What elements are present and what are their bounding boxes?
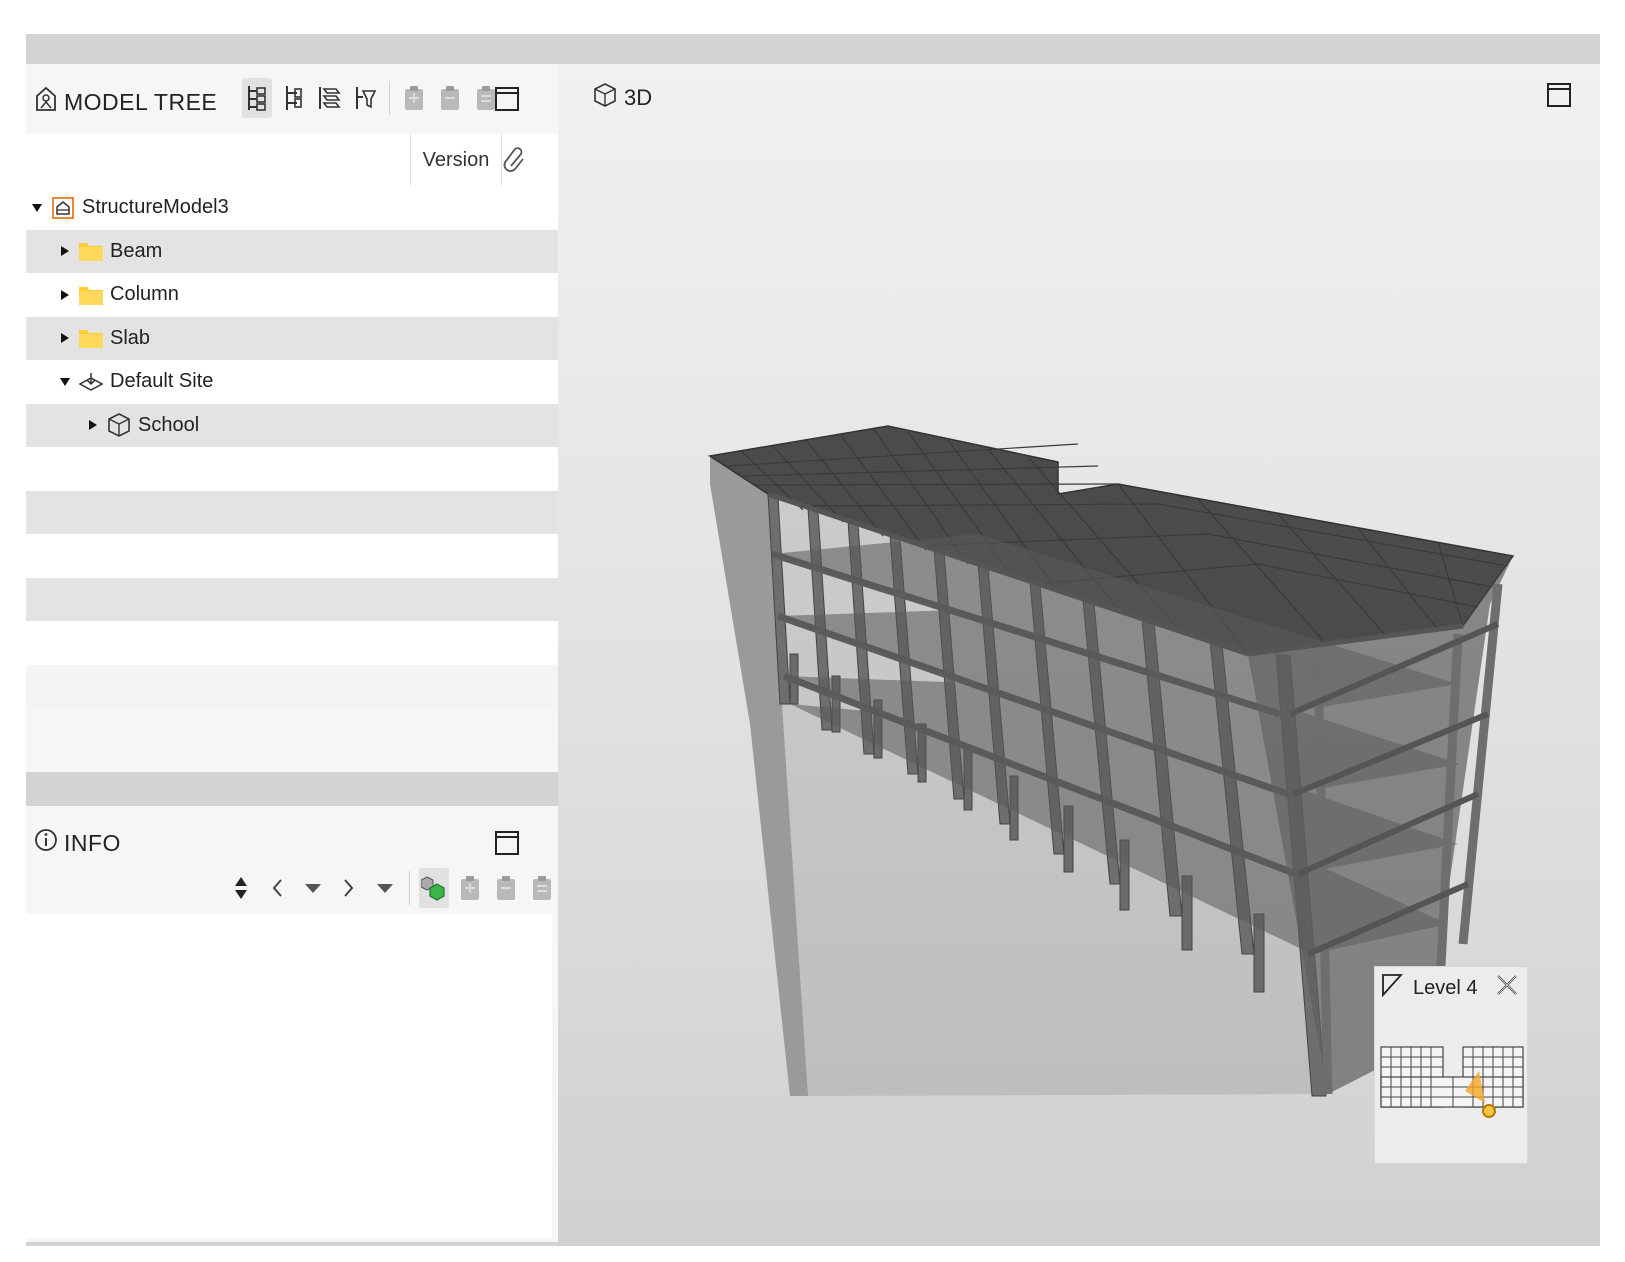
next-dropdown-button[interactable]	[370, 868, 400, 908]
previous-dropdown-button[interactable]	[298, 868, 328, 908]
clipboard-disabled-icon	[441, 86, 459, 110]
camera-position-marker[interactable]	[1482, 1104, 1496, 1118]
select-objects-icon	[421, 876, 445, 901]
link-column-header[interactable]	[502, 146, 532, 176]
tree-view-hierarchy-button[interactable]	[242, 78, 272, 118]
maximize-icon	[495, 87, 519, 111]
toolbar-separator	[389, 81, 390, 115]
clipboard-button-1[interactable]	[455, 868, 485, 908]
model-tree-rows: StructureModel3 Beam Column Slab Default…	[26, 186, 558, 708]
version-column-header[interactable]: Version	[410, 134, 502, 186]
next-button[interactable]	[334, 868, 364, 908]
list-tree-icon	[286, 86, 302, 110]
clipboard-disabled-icon	[405, 86, 423, 110]
tree-row-label: Default Site	[110, 370, 214, 393]
info-title: INFO	[34, 828, 121, 858]
expand-right-icon[interactable]	[86, 418, 100, 432]
tree-row-label: Column	[110, 283, 179, 306]
info-maximize-button[interactable]	[494, 830, 520, 856]
folder-icon	[78, 326, 104, 350]
level-floor-plan-minimap[interactable]	[1379, 1043, 1525, 1127]
model-tree-toolbar	[242, 78, 501, 118]
level-label: Level 4	[1413, 977, 1478, 999]
tree-empty-row	[26, 490, 558, 534]
clipboard-button-2[interactable]	[435, 78, 465, 118]
tree-empty-row	[26, 577, 558, 621]
previous-button[interactable]	[262, 868, 292, 908]
bim-viewer-app: MODEL TREE Version StructureModel3 Beam …	[26, 34, 1600, 1246]
info-panel: INFO	[26, 806, 558, 1242]
tree-empty-row	[26, 664, 558, 708]
filter-tree-icon	[356, 87, 377, 109]
site-icon	[78, 370, 104, 394]
folder-icon	[78, 239, 104, 263]
info-header: INFO	[26, 806, 558, 876]
model-tree-header: MODEL TREE	[26, 64, 558, 134]
tree-row-label: Slab	[110, 326, 151, 349]
tree-column-header: Version	[26, 134, 558, 187]
info-toolbar	[226, 868, 557, 908]
expand-down-icon[interactable]	[30, 201, 44, 215]
corner-triangle-icon	[1382, 974, 1404, 998]
tree-row-beam[interactable]: Beam	[26, 229, 558, 273]
expand-down-icon[interactable]	[58, 375, 72, 389]
model-tree-title-text: MODEL TREE	[64, 88, 218, 115]
paperclip-icon	[503, 147, 524, 172]
tree-row-school[interactable]: School	[26, 403, 558, 447]
chevron-down-icon	[377, 884, 393, 893]
model-tree-title: MODEL TREE	[34, 86, 217, 118]
viewport-3d[interactable]: 3D Level 4	[558, 64, 1600, 1246]
tree-empty-row	[26, 621, 558, 665]
tree-row-label: StructureModel3	[82, 196, 229, 219]
chevron-left-icon	[272, 879, 282, 897]
maximize-icon	[495, 831, 519, 855]
tree-empty-row	[26, 534, 558, 578]
tree-row-label: School	[138, 413, 200, 436]
expand-right-icon[interactable]	[58, 244, 72, 258]
clipboard-button-1[interactable]	[399, 78, 429, 118]
clipboard-button-2[interactable]	[491, 868, 521, 908]
hierarchy-icon	[248, 86, 266, 111]
toolbar-separator	[409, 871, 410, 905]
info-content-area	[26, 914, 552, 1238]
expand-right-icon[interactable]	[58, 331, 72, 345]
model-tree-panel: MODEL TREE Version StructureModel3 Beam …	[26, 64, 558, 772]
model-tree-maximize-button[interactable]	[494, 86, 520, 112]
select-elements-button[interactable]	[419, 868, 449, 908]
info-title-text: INFO	[64, 829, 121, 856]
tree-row-structure-model[interactable]: StructureModel3	[26, 186, 558, 230]
level-collapse-button[interactable]	[1381, 973, 1404, 1002]
model-tree-icon	[34, 86, 58, 118]
clipboard-disabled-icon	[497, 876, 515, 900]
sort-button[interactable]	[226, 868, 256, 908]
tree-row-column[interactable]: Column	[26, 273, 558, 317]
clipboard-disabled-icon	[461, 876, 479, 900]
tree-row-slab[interactable]: Slab	[26, 316, 558, 360]
close-icon	[1497, 975, 1517, 995]
tree-row-label: Beam	[110, 239, 163, 262]
tree-empty-row	[26, 447, 558, 491]
chevron-down-icon	[305, 884, 321, 893]
layers-icon	[319, 87, 341, 109]
tree-view-layers-button[interactable]	[314, 78, 344, 118]
clipboard-button-3[interactable]	[527, 868, 557, 908]
clipboard-disabled-icon	[533, 876, 551, 900]
folder-icon	[78, 283, 104, 307]
sort-updown-icon	[235, 877, 247, 899]
tree-row-default-site[interactable]: Default Site	[26, 360, 558, 404]
info-icon	[34, 828, 58, 858]
tree-view-list-button[interactable]	[278, 78, 308, 118]
tree-view-filter-button[interactable]	[350, 78, 380, 118]
project-icon	[50, 196, 76, 220]
level-close-button[interactable]	[1495, 973, 1519, 1002]
expand-right-icon[interactable]	[58, 288, 72, 302]
level-navigator[interactable]: Level 4	[1374, 966, 1528, 1164]
building-cube-icon	[106, 413, 132, 438]
chevron-right-icon	[344, 879, 354, 897]
